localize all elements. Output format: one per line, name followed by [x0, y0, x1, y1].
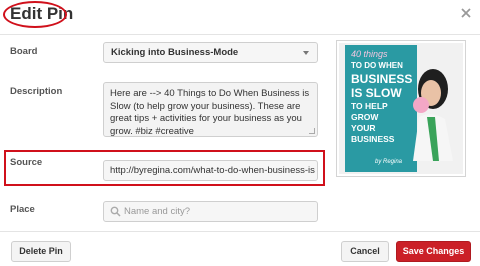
cancel-button[interactable]: Cancel — [341, 241, 389, 262]
title-highlight-circle — [3, 1, 67, 28]
dialog-header: Edit Pin — [0, 0, 480, 34]
footer-divider — [0, 231, 480, 232]
board-select[interactable]: Kicking into Business-Mode — [103, 42, 318, 63]
board-label: Board — [10, 46, 38, 57]
close-icon[interactable] — [459, 6, 473, 20]
thumbnail-line-2: TO DO WHEN — [351, 61, 403, 70]
place-label: Place — [10, 204, 35, 215]
source-input[interactable]: http://byregina.com/what-to-do-when-busi… — [103, 160, 318, 181]
description-textarea[interactable]: Here are --> 40 Things to Do When Busine… — [103, 82, 318, 137]
thumbnail-line-1: 40 things — [351, 49, 388, 59]
delete-pin-button[interactable]: Delete Pin — [11, 241, 71, 262]
pin-image: 40 things TO DO WHEN BUSINESS IS SLOW TO… — [339, 43, 463, 174]
save-changes-button[interactable]: Save Changes — [396, 241, 471, 262]
place-placeholder: Name and city? — [124, 206, 191, 217]
board-select-value: Kicking into Business-Mode — [111, 47, 239, 58]
source-input-value: http://byregina.com/what-to-do-when-busi… — [110, 165, 315, 176]
place-input[interactable]: Name and city? — [103, 201, 318, 222]
description-text: Here are --> 40 Things to Do When Busine… — [110, 88, 310, 137]
thumbnail-line-6: GROW — [351, 112, 379, 122]
thumbnail-line-4: IS SLOW — [351, 86, 402, 100]
description-label: Description — [10, 86, 63, 97]
search-icon — [110, 206, 121, 217]
resize-grip-icon[interactable] — [309, 128, 315, 134]
pin-thumbnail: 40 things TO DO WHEN BUSINESS IS SLOW TO… — [336, 40, 466, 177]
source-label: Source — [10, 157, 43, 168]
thumbnail-line-5: TO HELP — [351, 101, 388, 111]
chevron-down-icon — [303, 51, 309, 55]
thumbnail-line-8: BUSINESS — [351, 134, 395, 144]
person-illustration — [413, 69, 453, 161]
header-divider — [0, 34, 480, 35]
thumbnail-line-7: YOUR — [351, 123, 376, 133]
